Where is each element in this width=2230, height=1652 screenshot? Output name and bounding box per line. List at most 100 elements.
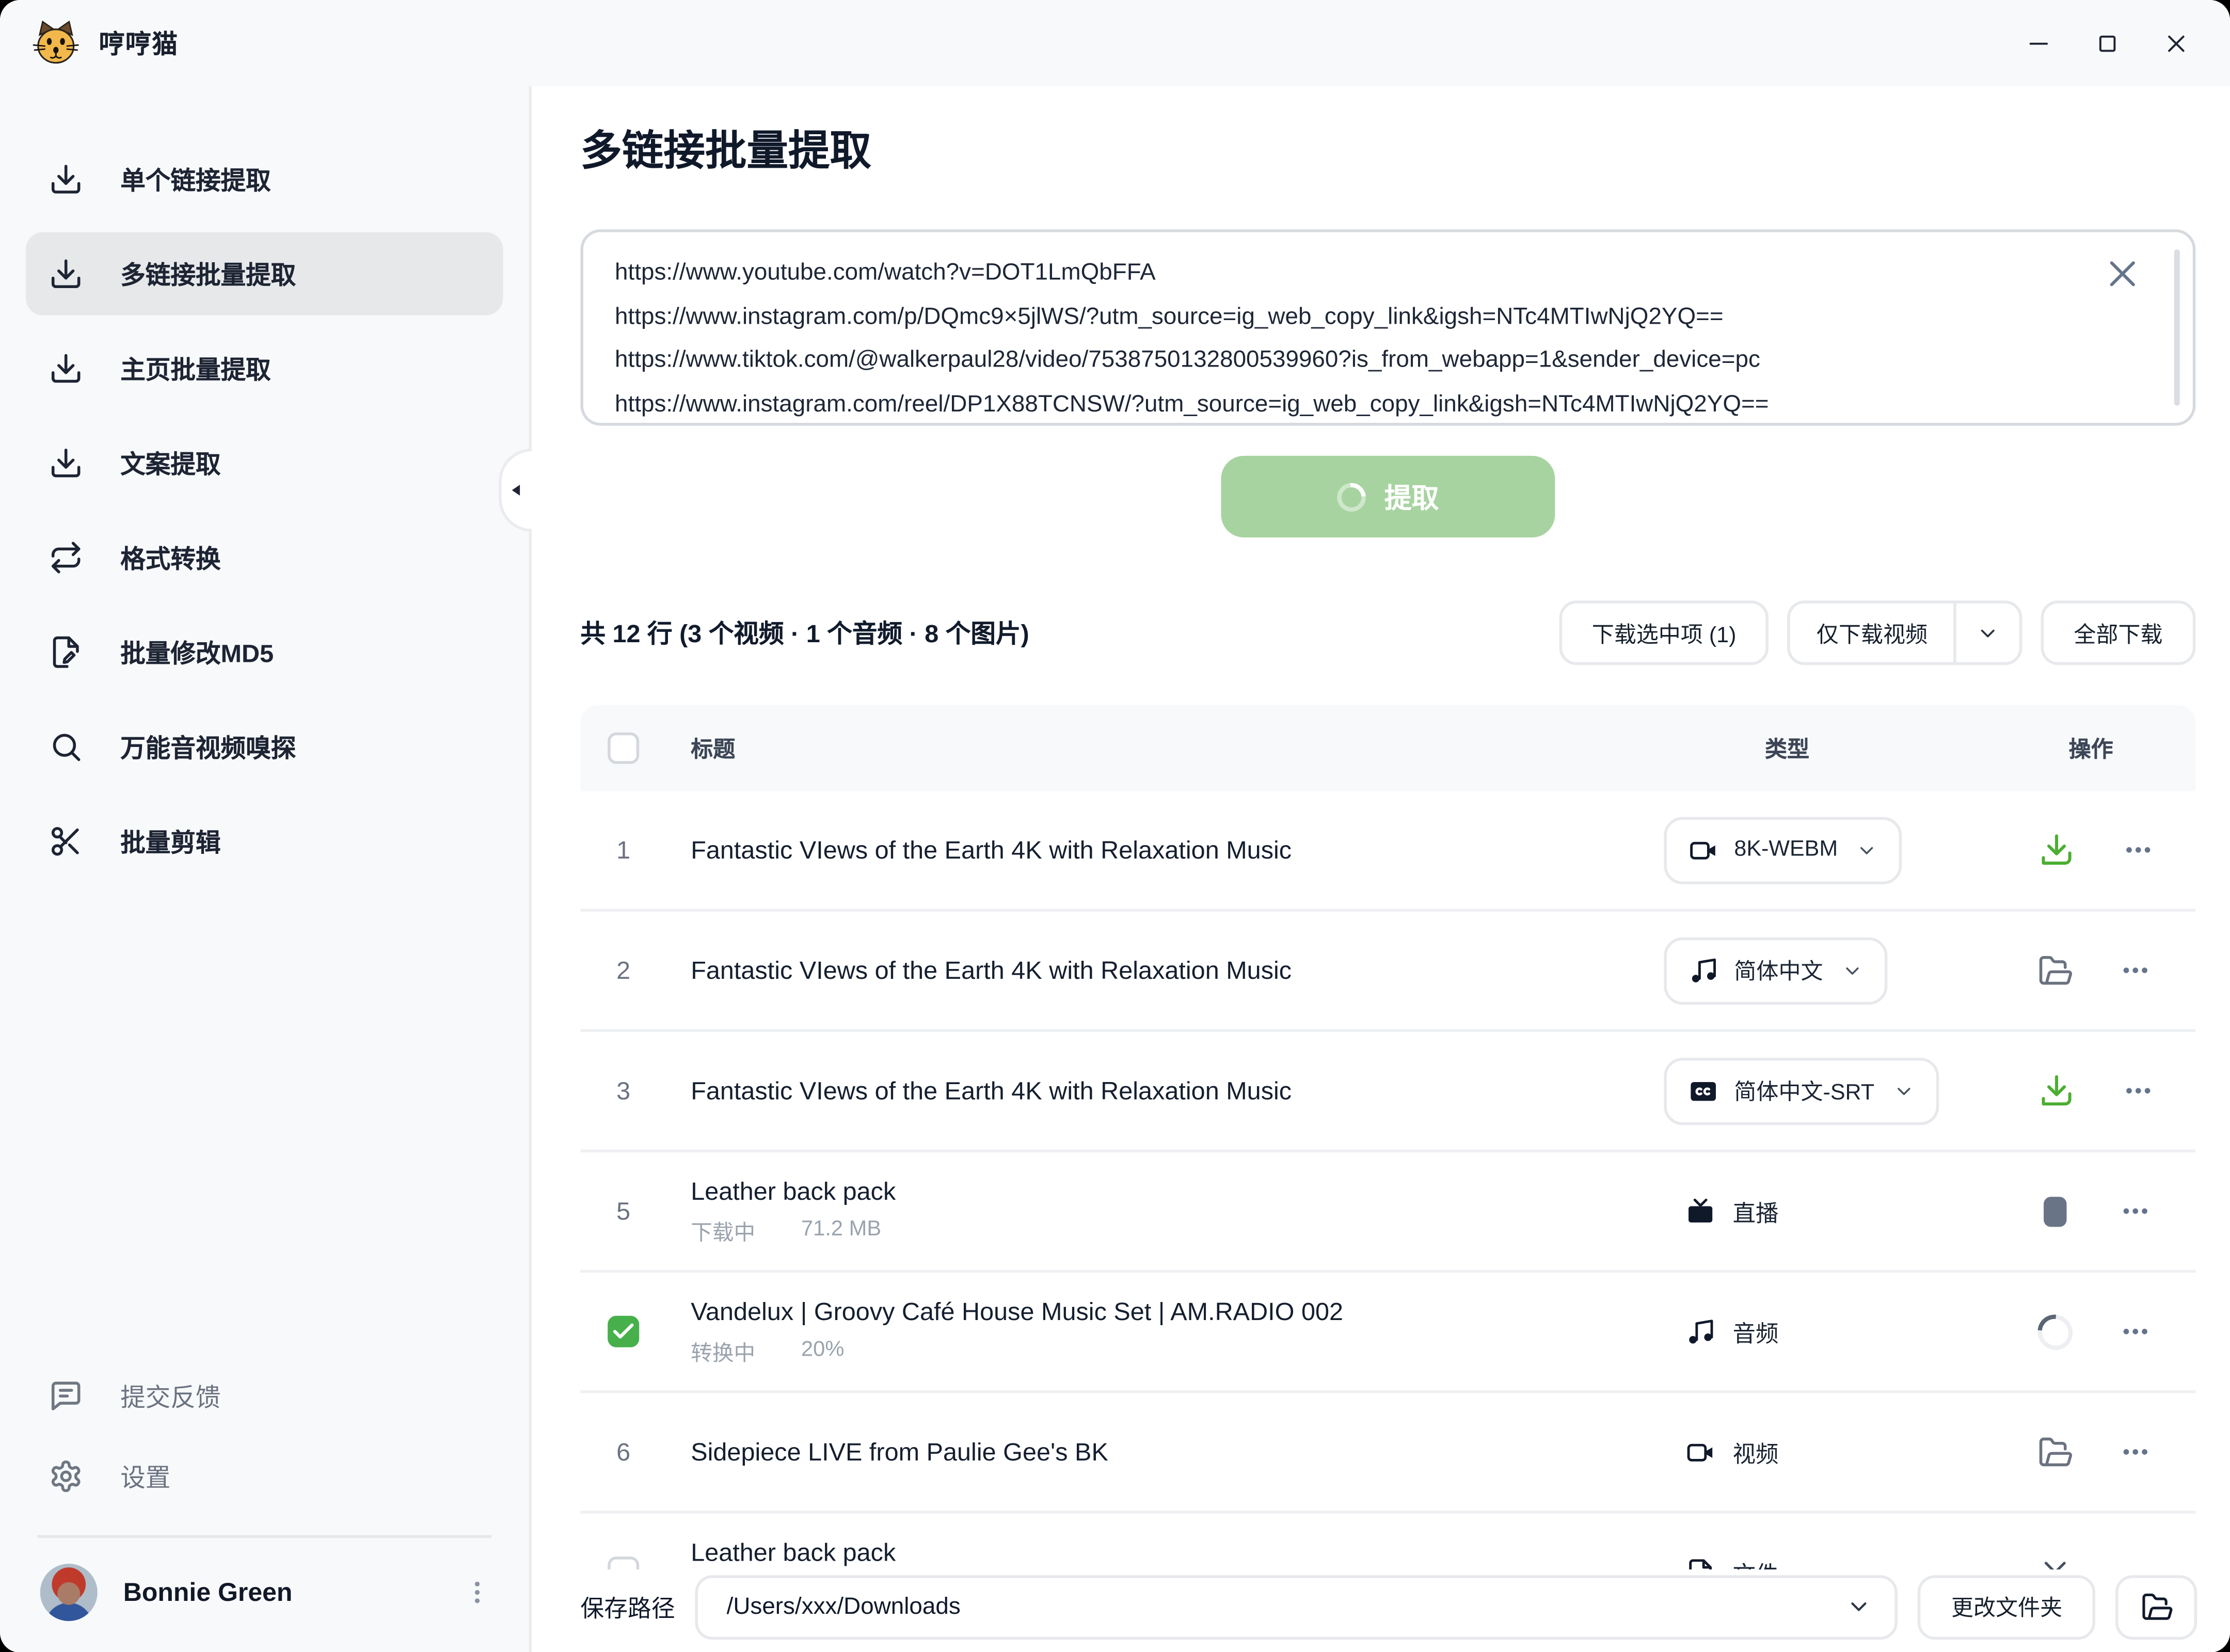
download-icon (49, 257, 83, 291)
table-row: Vandelux | Groovy Café House Music Set |… (580, 1270, 2195, 1390)
close-icon[interactable] (2164, 26, 2199, 60)
user-menu-dots-icon[interactable] (463, 1574, 495, 1611)
type-label: 视频 (1733, 1435, 1779, 1469)
save-path-select[interactable]: /Users/xxx/Downloads (695, 1575, 1899, 1639)
open-folder-icon[interactable] (2115, 1575, 2197, 1639)
row-title: Sidepiece LIVE from Paulie Gee's BK (691, 1437, 1608, 1467)
url-textarea[interactable]: https://www.youtube.com/watch?v=DOT1LmQb… (580, 229, 2195, 425)
row-type-cell: 简体中文 (1608, 936, 1966, 1004)
download-selected-button[interactable]: 下载选中项 (1) (1559, 600, 1769, 665)
status-text: 转换中 (691, 1337, 755, 1367)
avatar (40, 1564, 98, 1621)
row-checkbox[interactable] (608, 1316, 639, 1347)
video-only-label: 仅下载视频 (1791, 617, 1953, 648)
clear-input-icon[interactable] (2104, 255, 2141, 292)
sidebar-nav: 单个链接提取多链接批量提取主页批量提取文案提取格式转换批量修改MD5 万能音视频嗅… (0, 126, 529, 894)
row-title: Vandelux | Groovy Café House Music Set |… (691, 1296, 1608, 1326)
app-title: 哼哼猫 (99, 24, 179, 61)
app-stage: 哼哼猫 单个链接提取多链接批量提取主页批量提取文案提取格式转换批量修改MD5 万能… (0, 0, 2230, 1652)
type-dropdown[interactable]: 简体中文-SRT (1664, 1057, 1939, 1124)
download-icon[interactable] (2038, 831, 2075, 868)
row-title-cell: Vandelux | Groovy Café House Music Set |… (691, 1296, 1608, 1367)
type-label: 简体中文 (1734, 955, 1823, 986)
type-label-group: 音频 (1685, 1314, 1779, 1349)
type-dropdown[interactable]: 简体中文 (1664, 936, 1887, 1004)
url-line: https://www.tiktok.com/@walkerpaul28/vid… (615, 338, 2118, 382)
row-title: Leather back pack (691, 1176, 1608, 1206)
row-title: Fantastic VIews of the Earth 4K with Rel… (691, 955, 1608, 985)
type-dropdown[interactable]: 8K-WEBM (1664, 816, 1902, 883)
row-type-cell: 简体中文-SRT (1608, 1057, 1966, 1124)
row-number: 1 (608, 835, 639, 865)
download-all-button[interactable]: 全部下载 (2041, 600, 2195, 665)
row-type-cell: 8K-WEBM (1608, 816, 1966, 883)
save-path-value: /Users/xxx/Downloads (727, 1593, 961, 1621)
gear-icon (49, 1459, 83, 1494)
url-line: https://www.youtube.com/watch?v=DOT1LmQb… (615, 251, 2118, 295)
sidebar-item[interactable]: 主页批量提取 (26, 327, 503, 410)
row-status: 转换中20% (691, 1337, 1608, 1367)
row-number: 3 (608, 1076, 639, 1106)
sidebar-item-label: 格式转换 (120, 539, 220, 575)
sidebar-item[interactable]: 多链接批量提取 (26, 232, 503, 315)
row-actions (2038, 1072, 2153, 1109)
more-options-icon[interactable] (2120, 1194, 2153, 1229)
sidebar-footer-item[interactable]: 提交反馈 (26, 1357, 503, 1435)
table-row: 2 Fantastic VIews of the Earth 4K with Re… (580, 909, 2195, 1029)
video-only-dropdown[interactable]: 仅下载视频 (1788, 600, 2022, 665)
app-logo-cat-icon (31, 19, 80, 67)
user-name: Bonnie Green (123, 1577, 293, 1607)
table-rows: 1 Fantastic VIews of the Earth 4K with Re… (580, 791, 2195, 1631)
sidebar-item[interactable]: 文案提取 (26, 421, 503, 504)
cc-icon (1689, 1076, 1718, 1106)
sidebar-footer-item[interactable]: 设置 (26, 1438, 503, 1515)
maximize-icon[interactable] (2095, 26, 2130, 60)
column-header-title: 标题 (691, 733, 1608, 764)
row-title-cell: Sidepiece LIVE from Paulie Gee's BK (691, 1437, 1608, 1467)
row-select-cell: 3 (608, 1076, 691, 1106)
row-title: Leather back pack (691, 1537, 1608, 1567)
music-icon (1685, 1316, 1715, 1346)
more-options-icon[interactable] (2120, 953, 2153, 988)
main-content: 多链接批量提取 https://www.youtube.com/watch?v=… (532, 86, 2230, 1652)
stop-icon (2044, 1196, 2067, 1226)
sidebar-item-label: 万能音视频嗅探 (120, 729, 296, 765)
more-options-icon[interactable] (2123, 833, 2154, 867)
sidebar-item[interactable]: 单个链接提取 (26, 138, 503, 221)
minimize-icon[interactable] (2027, 26, 2061, 60)
row-title-cell: Leather back pack下载中71.2 MB (691, 1176, 1608, 1246)
window-controls (2027, 26, 2199, 60)
chevron-down-icon (1842, 960, 1863, 981)
open-folder-icon[interactable] (2038, 1433, 2073, 1470)
sidebar-item[interactable]: 格式转换 (26, 516, 503, 599)
tv-icon (1685, 1196, 1715, 1226)
user-profile[interactable]: Bonnie Green (0, 1538, 529, 1632)
row-select-cell (608, 1316, 691, 1347)
sidebar-item-label: 批量剪辑 (120, 823, 220, 859)
table-row: 6Sidepiece LIVE from Paulie Gee's BK视频 (580, 1390, 2195, 1511)
row-actions (2038, 1433, 2153, 1470)
select-all-checkbox[interactable] (608, 733, 639, 764)
download-icon[interactable] (2038, 1072, 2075, 1109)
sidebar-item[interactable]: 批量剪辑 (26, 800, 503, 883)
textarea-scrollbar[interactable] (2174, 249, 2180, 406)
sidebar-item[interactable]: 万能音视频嗅探 (26, 705, 503, 788)
row-actions (2038, 831, 2153, 868)
video-icon (1689, 835, 1718, 865)
sidebar-item-label: 单个链接提取 (120, 161, 271, 197)
row-title-cell: Fantastic VIews of the Earth 4K with Rel… (691, 1076, 1608, 1106)
chevron-down-icon[interactable] (1956, 622, 2019, 644)
more-options-icon[interactable] (2120, 1435, 2153, 1469)
save-path-label: 保存路径 (580, 1590, 675, 1624)
sidebar-item[interactable]: 批量修改MD5 (26, 611, 503, 694)
extract-button[interactable]: 提取 (1221, 456, 1555, 537)
url-line: https://www.instagram.com/reel/DP1X88TCN… (615, 382, 2118, 426)
progress-value: 71.2 MB (801, 1216, 881, 1246)
stop-button[interactable] (2038, 1193, 2073, 1230)
change-folder-button[interactable]: 更改文件夹 (1918, 1575, 2095, 1639)
more-options-icon[interactable] (2123, 1073, 2154, 1108)
open-folder-icon[interactable] (2038, 951, 2073, 989)
more-options-icon[interactable] (2120, 1314, 2153, 1349)
row-number: 2 (608, 955, 639, 985)
row-select-cell: 5 (608, 1196, 691, 1226)
